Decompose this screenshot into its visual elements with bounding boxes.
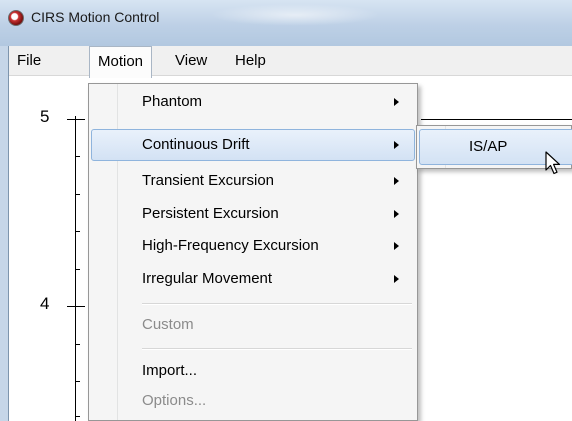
y-tick-label-5: 5 xyxy=(40,107,50,126)
mouse-pointer-icon xyxy=(545,151,561,175)
menu-item-label: High-Frequency Excursion xyxy=(142,237,319,254)
menu-item-label: Transient Excursion xyxy=(142,172,274,189)
submenu-item-label: IS/AP xyxy=(469,138,508,155)
submenu-arrow-icon xyxy=(394,141,399,149)
menu-help[interactable]: Help xyxy=(227,46,274,76)
y-major-tick xyxy=(67,119,85,120)
menu-bar: File Motion View Help xyxy=(9,46,572,78)
y-minor-tick xyxy=(75,231,80,232)
submenu-arrow-icon xyxy=(394,275,399,283)
menu-item-label: Irregular Movement xyxy=(142,270,273,287)
submenu-arrow-icon xyxy=(394,177,399,185)
submenu-arrow-icon xyxy=(394,242,399,250)
title-bar-glow xyxy=(210,4,380,26)
menu-item-label: Phantom xyxy=(142,93,203,110)
submenu-arrow-icon xyxy=(394,210,399,218)
y-minor-tick xyxy=(75,194,80,195)
motion-dropdown-menu: Phantom Continuous Drift Transient Excur… xyxy=(88,83,418,421)
menu-item-label: Continuous Drift xyxy=(142,136,250,153)
y-minor-tick xyxy=(75,269,80,270)
title-bar[interactable]: CIRS Motion Control xyxy=(0,0,572,46)
window-title: CIRS Motion Control xyxy=(31,9,160,25)
menu-item-continuous-drift[interactable]: Continuous Drift xyxy=(91,129,415,161)
y-minor-tick xyxy=(75,381,80,382)
menu-separator xyxy=(142,303,412,305)
app-window: CIRS Motion Control File Motion View Hel… xyxy=(0,0,572,421)
menu-file[interactable]: File xyxy=(9,46,49,76)
menu-item-label: Persistent Excursion xyxy=(142,205,279,222)
y-minor-tick xyxy=(75,344,80,345)
menu-motion[interactable]: Motion xyxy=(89,46,153,78)
menu-item-high-frequency-excursion[interactable]: High-Frequency Excursion xyxy=(91,230,415,262)
y-tick-label-4: 4 xyxy=(40,294,50,313)
menu-item-persistent-excursion[interactable]: Persistent Excursion xyxy=(91,198,415,230)
y-major-tick xyxy=(67,306,85,307)
menu-item-transient-excursion[interactable]: Transient Excursion xyxy=(91,165,415,197)
app-logo-icon[interactable] xyxy=(8,10,24,26)
menu-item-options: Options... xyxy=(91,385,415,417)
menu-item-label: Custom xyxy=(142,316,194,333)
y-minor-tick xyxy=(75,156,80,157)
menu-item-label: Import... xyxy=(142,362,198,379)
menu-item-import[interactable]: Import... xyxy=(91,355,415,387)
submenu-arrow-icon xyxy=(394,98,399,106)
menu-separator xyxy=(142,348,412,350)
menu-item-phantom[interactable]: Phantom xyxy=(91,86,415,118)
menu-item-label: Options... xyxy=(142,392,207,409)
menu-item-irregular-movement[interactable]: Irregular Movement xyxy=(91,263,415,295)
menu-view[interactable]: View xyxy=(167,46,215,76)
y-minor-tick xyxy=(75,416,80,417)
menu-item-custom: Custom xyxy=(91,309,415,341)
plot-frame-top xyxy=(421,119,572,120)
